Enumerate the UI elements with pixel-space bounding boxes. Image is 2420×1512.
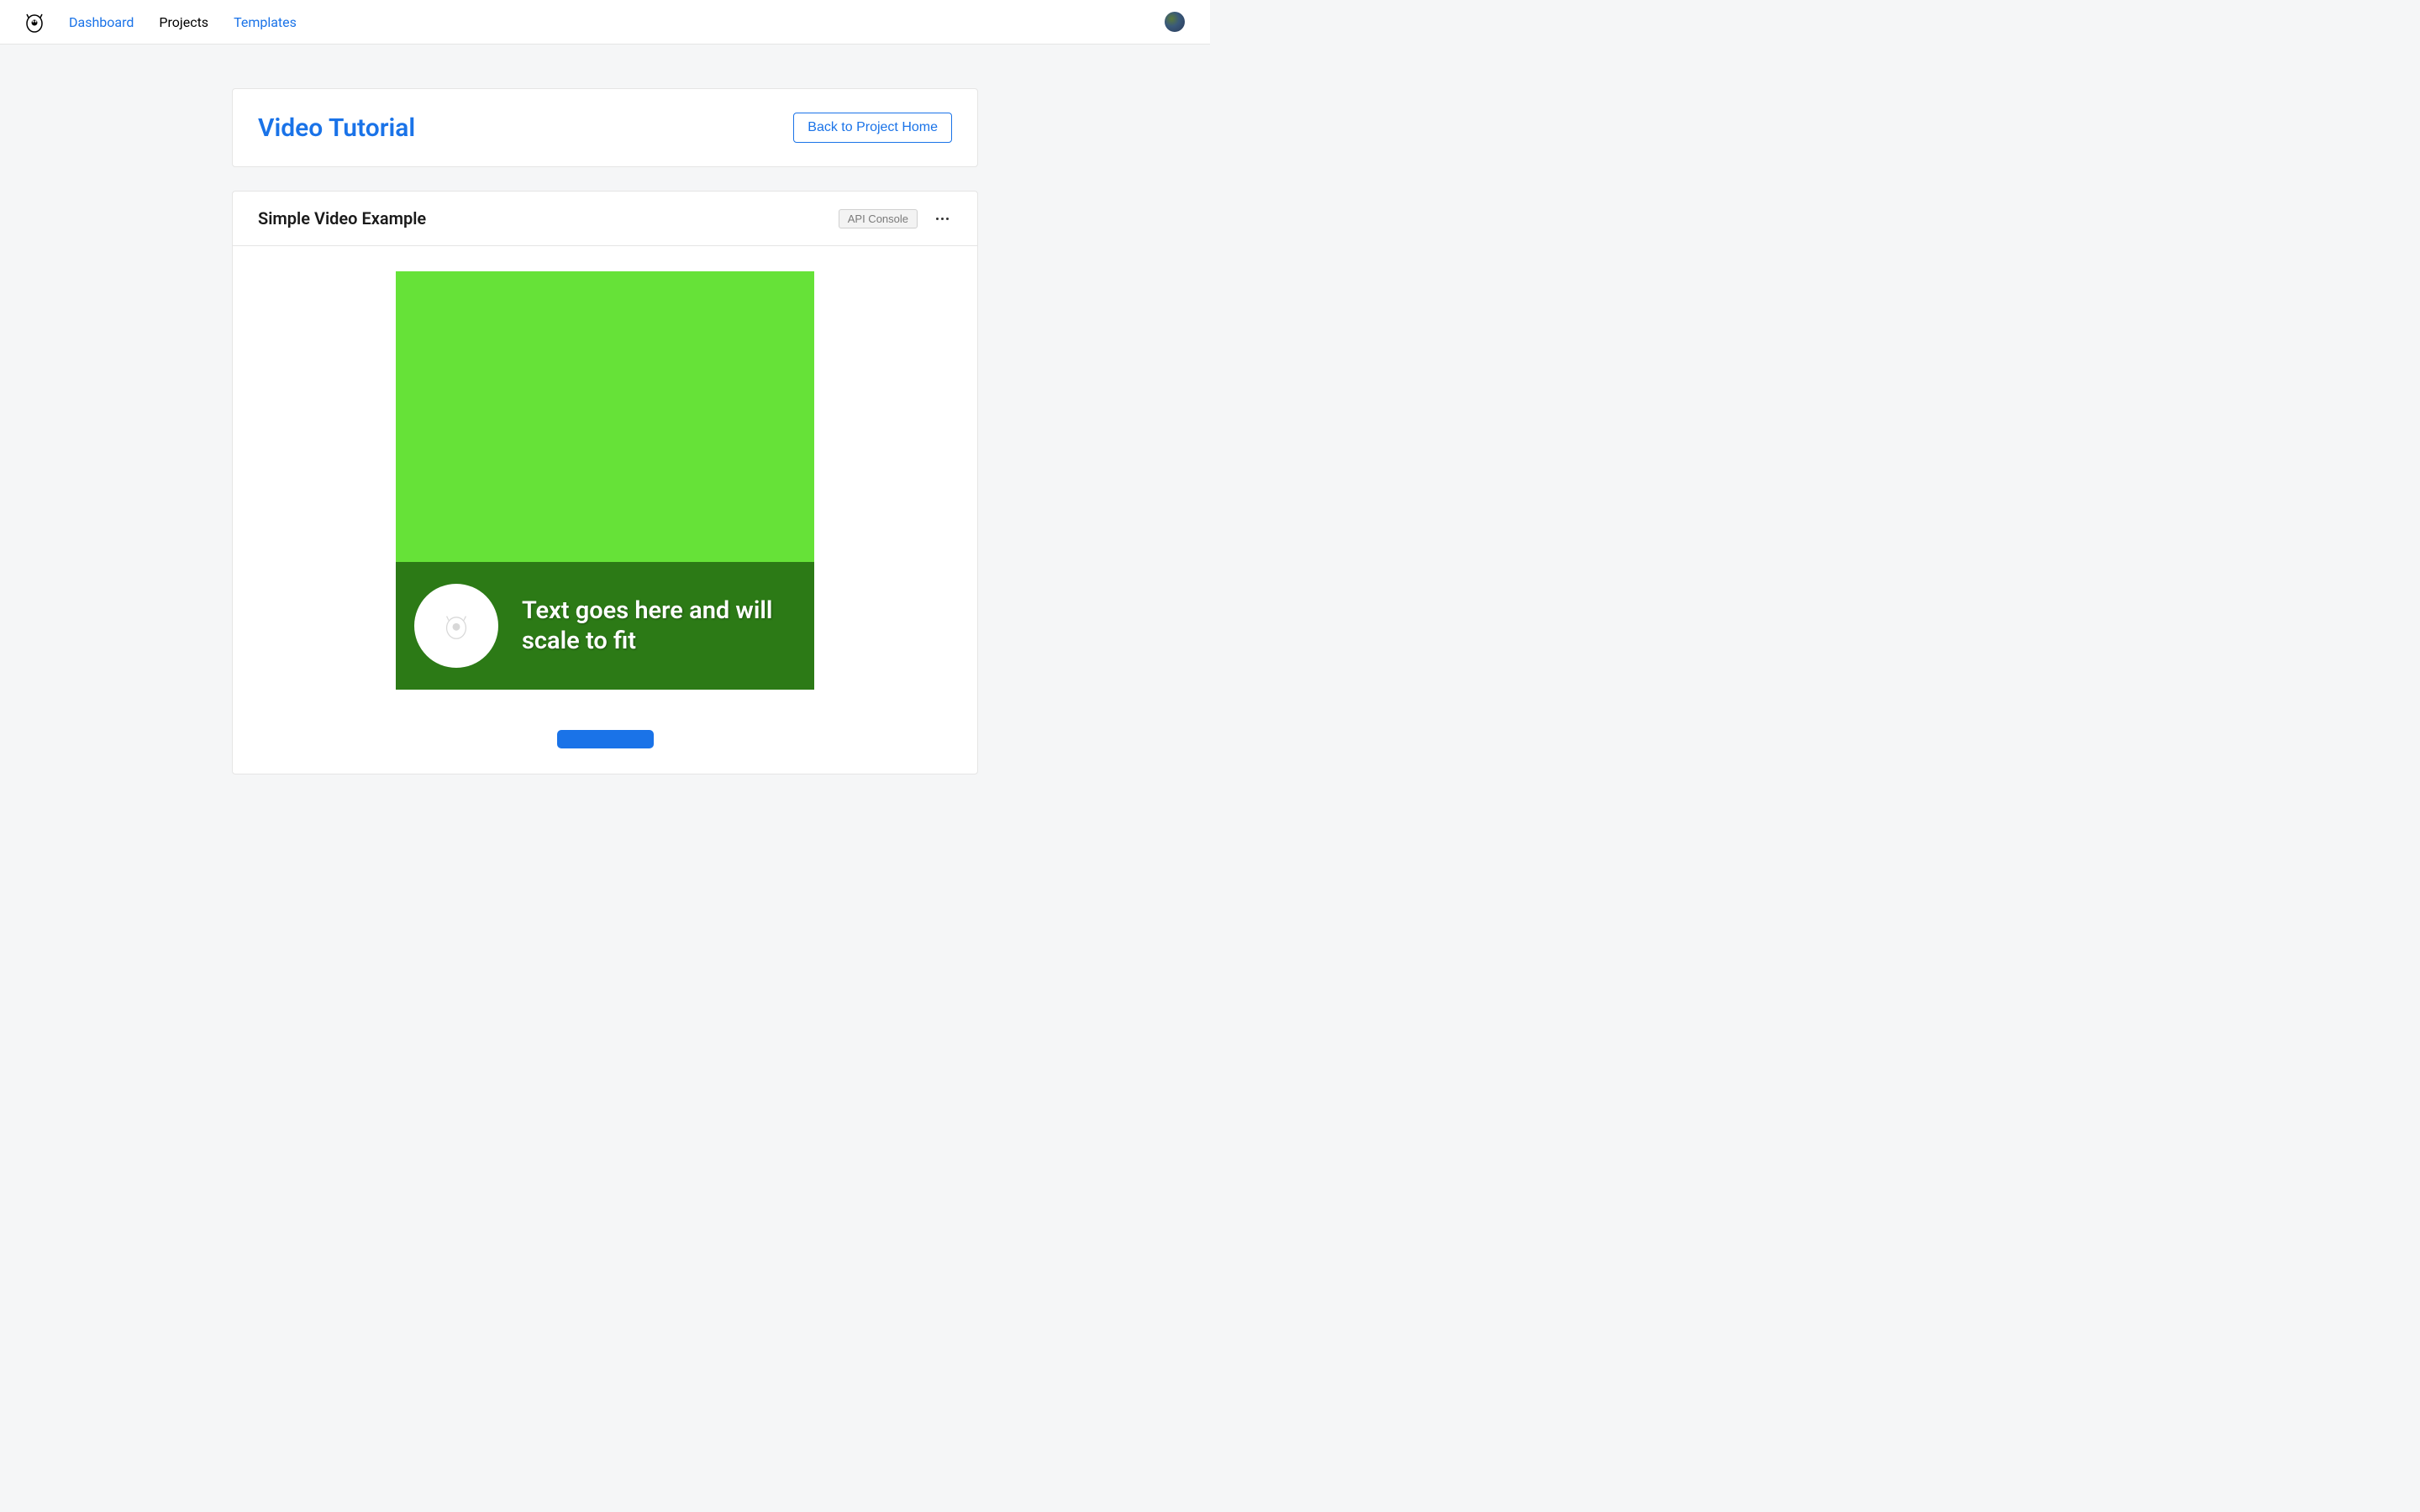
preview-area: Text goes here and will scale to fit (233, 246, 977, 774)
preview-overlay-text: Text goes here and will scale to fit (522, 596, 796, 657)
placeholder-icon (445, 612, 468, 640)
card-header-actions: API Console (839, 209, 952, 228)
logo-icon[interactable] (25, 11, 44, 33)
video-preview: Text goes here and will scale to fit (396, 271, 814, 690)
back-to-project-home-button[interactable]: Back to Project Home (793, 113, 952, 143)
nav-templates[interactable]: Templates (234, 14, 297, 30)
preview-overlay-band: Text goes here and will scale to fit (396, 562, 814, 690)
more-options-button[interactable] (933, 214, 952, 223)
nav-links: Dashboard Projects Templates (69, 14, 297, 30)
top-navbar: Dashboard Projects Templates (0, 0, 1210, 45)
nav-dashboard[interactable]: Dashboard (69, 14, 134, 30)
preview-background-upđt= (396, 271, 814, 562)
dots-icon (936, 218, 939, 220)
card-title: Simple Video Example (258, 208, 426, 228)
template-card: Simple Video Example API Console (232, 191, 978, 774)
nav-projects[interactable]: Projects (159, 14, 208, 30)
user-avatar[interactable] (1165, 12, 1185, 32)
card-header: Simple Video Example API Console (233, 192, 977, 246)
title-card: Video Tutorial Back to Project Home (232, 88, 978, 167)
api-console-button[interactable]: API Console (839, 209, 918, 228)
preview-avatar-placeholder (414, 584, 498, 668)
primary-action-button[interactable] (557, 730, 654, 748)
content-area: Video Tutorial Back to Project Home Simp… (0, 45, 1210, 774)
page-title: Video Tutorial (258, 113, 415, 143)
